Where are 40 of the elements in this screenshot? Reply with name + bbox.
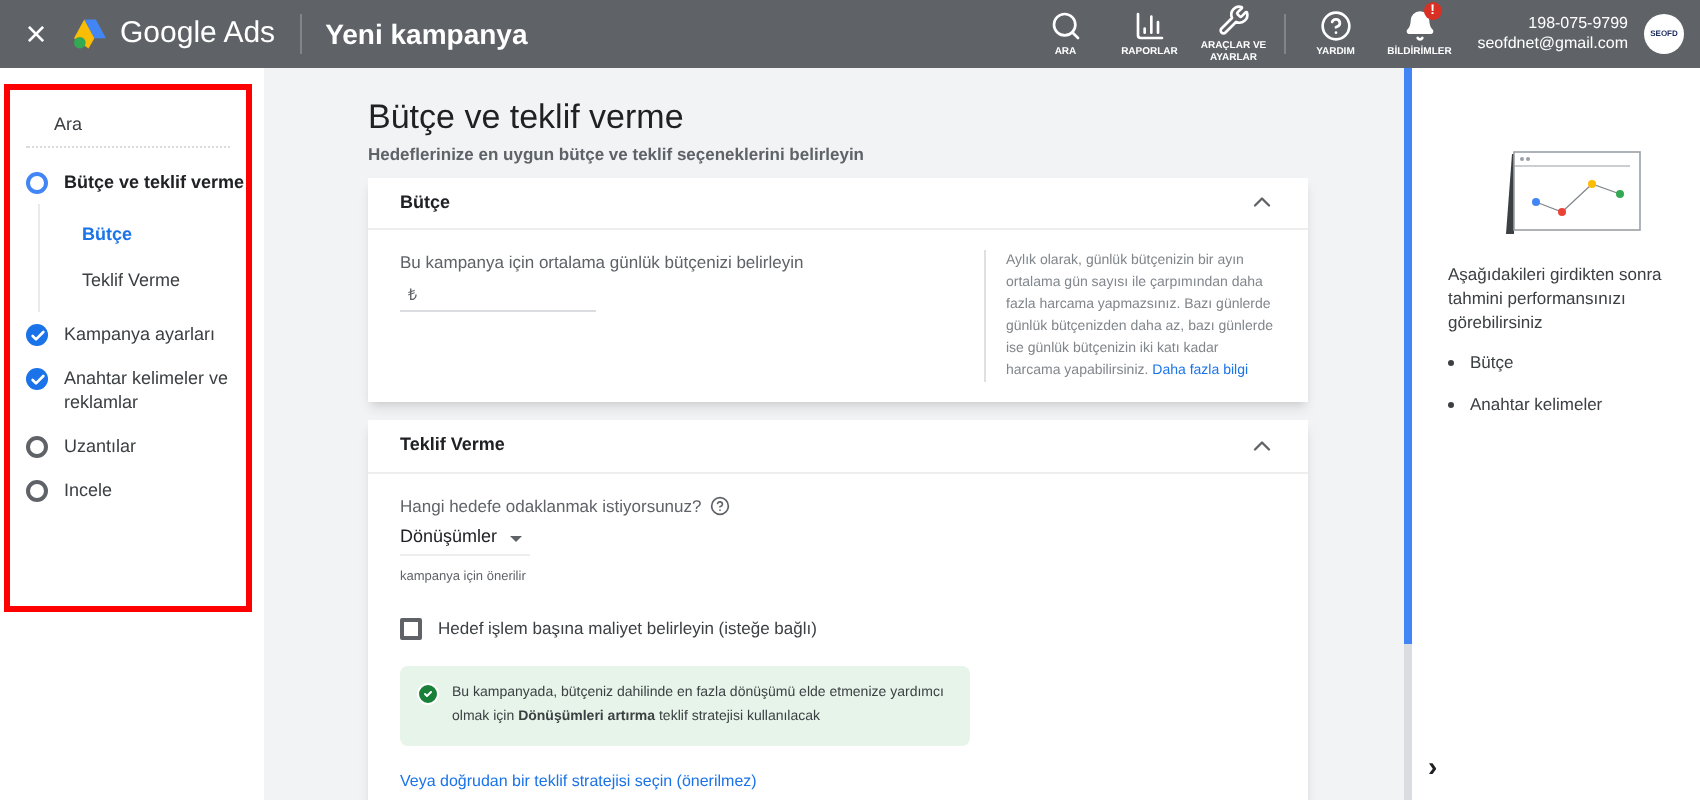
close-button[interactable]: × [16, 16, 56, 52]
step-link[interactable]: Anahtar kelimeler ve reklamlar [64, 366, 246, 414]
wrench-icon [1217, 4, 1250, 36]
strategy-link[interactable]: Veya doğrudan bir teklif stratejisi seçin (önerilmez) [400, 770, 757, 794]
field-label: Bu kampanya için ortalama günlük bütçenizi belirleyin [400, 249, 806, 275]
bullet-icon [1448, 401, 1454, 408]
step-link[interactable]: Incele [64, 478, 246, 502]
card-title: Teklif Verme [400, 432, 505, 458]
forecast-text: Aşağıdakileri girdikten sonra tahmini performansınızı görebilirsiniz [1448, 262, 1664, 334]
focus-dropdown[interactable]: Dönüşümler [400, 523, 530, 555]
logo-icon [72, 18, 108, 50]
bullet-icon [1448, 359, 1454, 366]
list-item: Bütçe [1470, 350, 1514, 376]
card-title: Bütçe [400, 189, 451, 216]
step-link[interactable]: Bütçe ve teklif verme [64, 170, 246, 194]
budget-input[interactable]: ₺ [400, 283, 596, 311]
list-item: Anahtar kelimeler [1470, 391, 1603, 417]
dropdown-caret-icon [509, 535, 522, 541]
bell-icon [1403, 10, 1436, 42]
checkbox-label: Hedef işlem başına maliyet belirleyin (isteğe bağlı) [438, 616, 817, 642]
section-title: Bütçe ve teklif verme [368, 98, 686, 138]
chart-illustration-drawing [1500, 150, 1644, 234]
substep-link[interactable]: Bütçe [82, 212, 133, 258]
substep-link[interactable]: Teklif Verme [82, 258, 181, 304]
search-icon [1049, 10, 1082, 42]
help-icon[interactable] [709, 496, 730, 517]
expand-panel-button[interactable]: › [1428, 752, 1438, 780]
account-phone: 198-075-9799 [1528, 14, 1628, 34]
question-label: Hangi hedefe odaklanmak istiyorsunuz? [400, 493, 702, 519]
help-icon [1319, 10, 1352, 42]
search-link[interactable]: Ara [54, 109, 83, 142]
page-title: Yeni kampanya [325, 15, 528, 54]
step-link[interactable]: Kampanya ayarları [64, 322, 246, 346]
checkbox[interactable] [400, 618, 422, 641]
check-circle-icon [416, 682, 440, 706]
product-name: Google Ads [120, 13, 276, 54]
account-email: seofdnet@gmail.com [1477, 34, 1628, 54]
step-link[interactable]: Uzantılar [64, 434, 246, 458]
section-subtitle: Hedeflerinize en uygun bütçe ve teklif seçeneklerini belirleyin [368, 142, 867, 168]
bar-chart-icon [1133, 10, 1166, 42]
